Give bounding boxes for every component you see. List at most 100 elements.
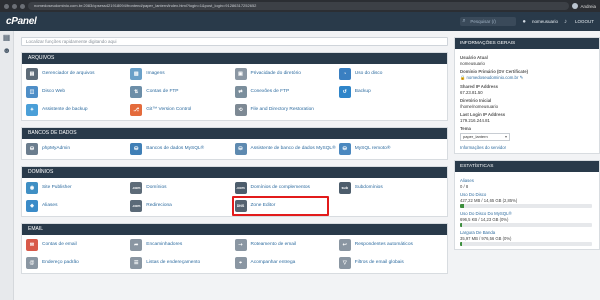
section-title: ARQUIVOS: [28, 55, 55, 61]
tool-item[interactable]: ◫ Disco Web: [26, 85, 130, 99]
address-bar[interactable]: nomedoseudominio.com.br:2083/cpsess42191…: [28, 2, 570, 10]
current-user-label: Usuário Atual: [460, 55, 488, 60]
ftp-connections-icon: ⇄: [234, 86, 247, 98]
stat-progress-bar: [460, 204, 592, 208]
theme-label: Tema: [460, 126, 471, 131]
tool-label: Roteamento de email: [250, 242, 297, 248]
shared-ip-value: 67.23.81.50: [460, 90, 483, 95]
general-info-title: INFORMAÇÕES GERAIS: [455, 38, 599, 49]
forward-icon[interactable]: [12, 3, 17, 9]
back-icon[interactable]: [4, 3, 9, 9]
tool-item[interactable]: .com Domínios de complementos: [234, 181, 339, 195]
redirects-icon: .com: [130, 200, 143, 212]
header-username[interactable]: nomeusuario: [532, 19, 558, 24]
stat-item: Uso Do Disco Do MySQL® 696,5 KB / 14,23 G…: [460, 211, 594, 227]
tool-item[interactable]: .com Redireciona: [130, 199, 234, 213]
tool-item[interactable]: ✉ Contas de email: [26, 238, 130, 252]
current-user-value: nomeusuario: [460, 61, 485, 66]
email-routing-icon: ⇢: [234, 239, 247, 251]
tool-label: Listas de endereçamento: [146, 260, 201, 266]
bell-icon[interactable]: ♪: [564, 19, 567, 25]
tool-label: Contas de email: [42, 242, 77, 248]
tool-item[interactable]: ✦ Assistente de backup: [26, 103, 130, 117]
stats-panel: ESTATÍSTICAS Aliases 0 / 8 Uso Do Disco 427…: [454, 160, 600, 250]
stats-title: ESTATÍSTICAS: [455, 161, 599, 172]
stat-item: Aliases 0 / 8: [460, 178, 594, 189]
tool-label: Assistente de backup: [42, 107, 88, 113]
phpmyadmin-icon: ⛁: [26, 143, 38, 155]
section-header[interactable]: EMAIL: [22, 224, 447, 235]
primary-domain-link[interactable]: 🔒 nomedoseudominio.com.br ✎: [460, 75, 594, 81]
tool-item[interactable]: DNS Zone Editor: [231, 196, 339, 216]
stat-label[interactable]: Uso Do Disco: [460, 192, 594, 197]
server-info-link[interactable]: Informações do servidor: [460, 145, 594, 150]
remote-mysql-icon: ⛁: [338, 143, 351, 155]
tool-item[interactable]: ⇄ Conexões de FTP: [234, 85, 339, 99]
tool-item[interactable]: ↺ Backup: [338, 85, 443, 99]
tool-label: Conexões de FTP: [250, 89, 290, 95]
section-title: DOMÍNIOS: [28, 169, 54, 175]
right-column: INFORMAÇÕES GERAIS Usuário Atual nomeusu…: [454, 31, 600, 300]
addon-domains-icon: .com: [234, 182, 247, 194]
tool-item[interactable]: ▣ Privacidade do diretório: [234, 67, 339, 81]
header-search-input[interactable]: Pesquisar (/): [460, 17, 517, 26]
tool-label: Acompanhar entrega: [250, 260, 296, 266]
tool-item[interactable]: ◔ Uso do disco: [338, 67, 443, 81]
last-login-label: Last Login IP Address: [460, 112, 506, 117]
user-icon[interactable]: ●: [522, 19, 526, 25]
stat-progress-fill: [460, 242, 462, 246]
tool-item[interactable]: ▤ Gerenciador de arquivos: [26, 67, 130, 81]
section-grid: ✉ Contas de email ➦ Encaminhadores ⇢ Roteamen…: [22, 235, 447, 273]
tool-item[interactable]: ◉ Site Publisher: [26, 181, 130, 195]
tool-item[interactable]: ⇢ Roteamento de email: [234, 238, 339, 252]
domains-icon: .com: [130, 182, 143, 194]
tool-item[interactable]: sub Subdomínios: [338, 181, 443, 195]
cpanel-logo[interactable]: cPanel: [6, 16, 37, 27]
section-panel: BANCOS DE DADOS ⛁ phpMyAdmin ⛁ Bancos de dad…: [21, 127, 448, 160]
mysql-wizard-icon: ⛁: [234, 143, 247, 155]
section-grid: ◉ Site Publisher .com Domínios .com Domínios …: [22, 178, 447, 216]
tool-item[interactable]: ⟲ File and Directory Restoration: [234, 103, 339, 117]
tool-label: Backup: [354, 89, 371, 95]
tool-label: Gerenciador de arquivos: [42, 71, 95, 77]
file-restoration-icon: ⟲: [234, 104, 247, 116]
grid-icon[interactable]: ▦: [3, 34, 11, 42]
tool-label: Assistente de banco de dados MySQL®: [250, 146, 336, 152]
tool-item[interactable]: ⛁ MySQL remoto®: [338, 142, 443, 156]
site-publisher-icon: ◉: [26, 182, 38, 194]
reload-icon[interactable]: [20, 3, 25, 9]
stat-label[interactable]: Aliases: [460, 178, 594, 183]
stat-label[interactable]: Uso Do Disco Do MySQL®: [460, 211, 594, 216]
tool-label: Disco Web: [42, 89, 66, 95]
users-icon[interactable]: ☻: [3, 47, 11, 55]
tool-item[interactable]: @ Endereço padrão: [26, 256, 130, 270]
stat-label[interactable]: Largura De Banda: [460, 230, 594, 235]
tool-label: Uso do disco: [354, 71, 383, 77]
primary-domain-label: Domínio Primário (DV Certificate): [460, 69, 529, 74]
tool-item[interactable]: ⎇ Git™ Version Control: [130, 103, 234, 117]
section-header[interactable]: BANCOS DE DADOS: [22, 128, 447, 139]
tool-item[interactable]: ➦ Encaminhadores: [130, 238, 234, 252]
tool-item[interactable]: ▽ Filtros de email globais: [338, 256, 443, 270]
tool-item[interactable]: ⛁ Bancos de dados MySQL®: [130, 142, 234, 156]
file-manager-icon: ▤: [26, 68, 38, 80]
tool-item[interactable]: ⇅ Contas de FTP: [130, 85, 234, 99]
tool-label: Encaminhadores: [146, 242, 183, 248]
tool-item[interactable]: ☰ Listas de endereçamento: [130, 256, 234, 270]
theme-select[interactable]: paper_lantern: [460, 133, 510, 141]
tool-item[interactable]: .com Domínios: [130, 181, 234, 195]
tool-search-input[interactable]: Localizar funções rapidamente digitando …: [21, 37, 448, 46]
tool-item[interactable]: ◈ Aliases: [26, 199, 130, 213]
email-accounts-icon: ✉: [26, 239, 38, 251]
section-header[interactable]: ARQUIVOS: [22, 53, 447, 64]
autoresponders-icon: ↩: [338, 239, 351, 251]
section-header[interactable]: DOMÍNIOS: [22, 167, 447, 178]
aliases-icon: ◈: [26, 200, 38, 212]
browser-profile[interactable]: Andreia: [572, 3, 596, 9]
tool-item[interactable]: ⌖ Acompanhar entrega: [234, 256, 339, 270]
tool-item[interactable]: ↩ Respondentes automáticos: [338, 238, 443, 252]
tool-item[interactable]: ▧ Imagens: [130, 67, 234, 81]
logout-button[interactable]: LOGOUT: [575, 19, 594, 24]
tool-item[interactable]: ⛁ Assistente de banco de dados MySQL®: [234, 142, 339, 156]
tool-item[interactable]: ⛁ phpMyAdmin: [26, 142, 130, 156]
